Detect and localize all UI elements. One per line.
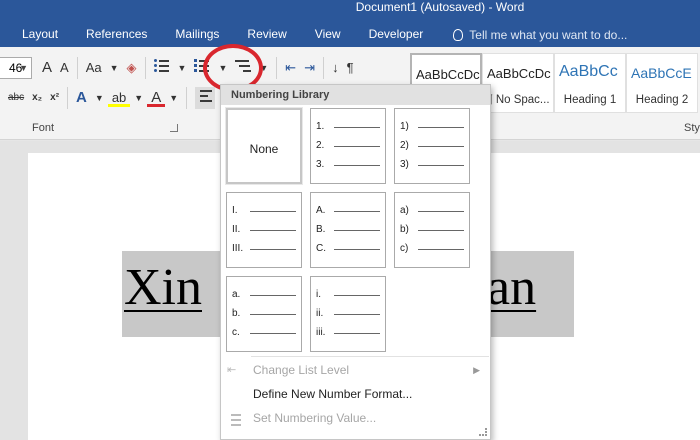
numbering-tile-123-dot[interactable]: 1. 2. 3. [310, 108, 386, 184]
window-title: Document1 (Autosaved) - Word [355, 0, 525, 14]
align-left-button[interactable] [195, 87, 216, 109]
tab-view[interactable]: View [301, 24, 355, 46]
set-value-icon [227, 412, 243, 426]
tab-developer[interactable]: Developer [355, 24, 438, 46]
tell-me-box[interactable]: Tell me what you want to do... [437, 24, 627, 46]
numbering-tile-letter-lower[interactable]: a. b. c. [226, 276, 302, 352]
multilevel-list-icon [235, 58, 252, 72]
sort-icon[interactable]: ↓ [328, 57, 343, 79]
ribbon-divider [276, 57, 278, 79]
menu-divider [251, 356, 489, 357]
ribbon-divider [76, 57, 78, 79]
style-heading-1[interactable]: AaBbCc Heading 1 [554, 53, 626, 113]
highlight-color-button[interactable]: ab [107, 89, 131, 107]
numbering-tile-letter-upper[interactable]: A. B. C. [310, 192, 386, 268]
styles-group-label: Sty [684, 122, 700, 134]
numbering-button[interactable] [190, 57, 214, 79]
pilcrow-icon[interactable]: ¶ [343, 57, 358, 79]
bullets-icon [153, 58, 170, 72]
style-heading-2[interactable]: AaBbCcE Heading 2 [626, 53, 698, 113]
set-numbering-value-item[interactable]: Set Numbering Value... [221, 407, 490, 429]
numbering-library-header: Numbering Library [221, 85, 490, 105]
multilevel-list-button[interactable] [231, 57, 255, 79]
text-effects-button[interactable]: A [72, 87, 91, 109]
font-group-label: Font [32, 122, 55, 134]
clear-formatting-icon[interactable]: ◈ [123, 57, 141, 79]
chevron-down-icon[interactable]: ▼ [91, 87, 108, 109]
decrease-indent-icon[interactable]: ⇤ [281, 57, 300, 79]
chevron-down-icon[interactable]: ▼ [174, 57, 191, 79]
tab-review[interactable]: Review [233, 24, 300, 46]
document-text-start: Xin [124, 259, 202, 316]
change-case-button[interactable]: Aa [82, 57, 106, 79]
tab-references[interactable]: References [72, 24, 161, 46]
numbering-tile-letter-paren[interactable]: a) b) c) [394, 192, 470, 268]
numbering-icon [194, 58, 210, 72]
align-left-icon [199, 88, 215, 102]
superscript-button[interactable]: x² [46, 87, 63, 109]
numbering-tile-roman-lower[interactable]: i. ii. iii. [310, 276, 386, 352]
chevron-down-icon[interactable]: ▼ [106, 57, 123, 79]
ribbon-tabs: Layout References Mailings Review View D… [0, 24, 627, 46]
subscript-button[interactable]: x₂ [28, 87, 46, 109]
font-color-button[interactable]: A [147, 89, 166, 107]
tell-me-text: Tell me what you want to do... [469, 28, 628, 42]
numbering-tile-roman-upper[interactable]: I. II. III. [226, 192, 302, 268]
bullets-button[interactable] [150, 57, 174, 79]
numbering-none-tile[interactable]: None [225, 107, 303, 185]
resize-grip-icon[interactable] [479, 428, 487, 436]
dialog-launcher-icon[interactable] [170, 124, 178, 132]
tab-layout[interactable]: Layout [0, 24, 72, 46]
chevron-down-icon[interactable]: ▼ [19, 58, 28, 78]
tab-mailings[interactable]: Mailings [161, 24, 233, 46]
title-bar: Document1 (Autosaved) - Word Layout Refe… [0, 0, 700, 47]
style-no-spacing[interactable]: AaBbCcDc ¶ No Spac... [482, 53, 554, 113]
chevron-down-icon[interactable]: ▼ [130, 87, 147, 109]
change-list-level-item[interactable]: ⇤ Change List Level ▶ [221, 359, 490, 381]
strikethrough-button[interactable]: abc [4, 87, 28, 109]
numbering-library-dropdown: Numbering Library None 1. 2. 3. 1) 2) 3)… [220, 84, 491, 440]
numbering-tile-123-paren[interactable]: 1) 2) 3) [394, 108, 470, 184]
ribbon-divider [323, 57, 325, 79]
chevron-down-icon[interactable]: ▼ [255, 57, 272, 79]
font-size-box[interactable]: 46 ▼ [0, 57, 32, 79]
chevron-down-icon[interactable]: ▼ [214, 57, 231, 79]
ribbon-divider [144, 57, 146, 79]
ribbon-divider [186, 87, 188, 109]
document-text-end: an [487, 259, 537, 316]
chevron-down-icon[interactable]: ▼ [165, 87, 182, 109]
ribbon-divider [67, 87, 69, 109]
chevron-right-icon: ▶ [473, 365, 480, 375]
shrink-font-button[interactable]: A [56, 57, 73, 79]
change-level-icon: ⇤ [227, 364, 237, 376]
none-label: None [249, 142, 279, 156]
increase-indent-icon[interactable]: ⇥ [300, 57, 319, 79]
define-new-number-format-item[interactable]: Define New Number Format... [221, 383, 490, 405]
grow-font-button[interactable]: A [38, 57, 56, 79]
lightbulb-icon [453, 29, 464, 41]
